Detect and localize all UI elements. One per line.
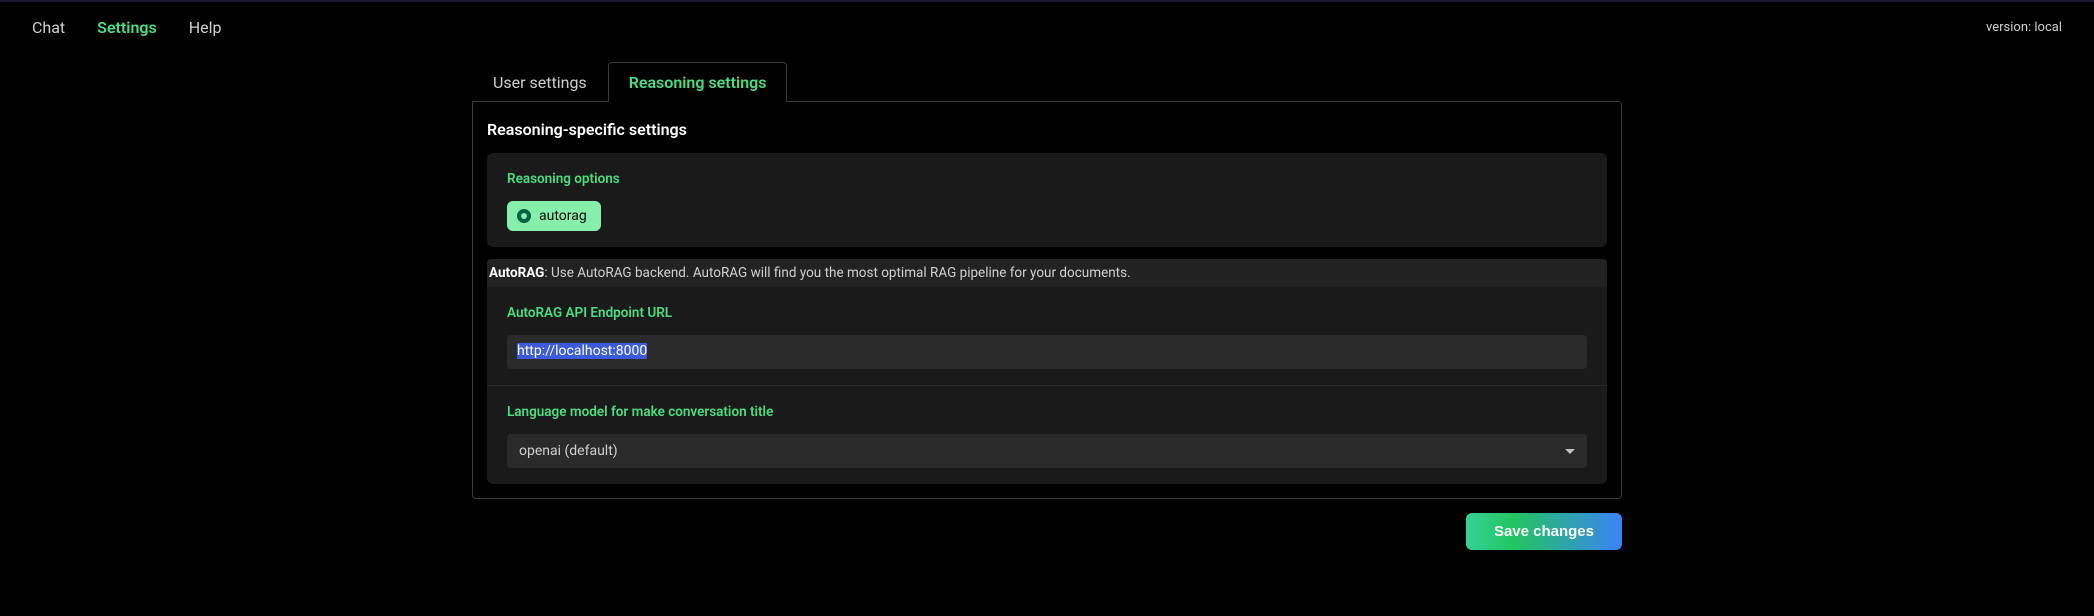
autorag-description: AutoRAG: Use AutoRAG backend. AutoRAG wi…: [487, 259, 1607, 287]
autorag-desc-text: : Use AutoRAG backend. AutoRAG will find…: [544, 265, 1130, 281]
chevron-down-icon: [1565, 449, 1575, 454]
chip-label: autorag: [539, 208, 587, 224]
endpoint-value: http://localhost:8000: [517, 343, 647, 359]
panel-title: Reasoning-specific settings: [487, 116, 1607, 153]
save-changes-button[interactable]: Save changes: [1466, 513, 1622, 550]
nav-chat[interactable]: Chat: [32, 18, 65, 37]
autorag-config-card: AutoRAG API Endpoint URL http://localhos…: [487, 287, 1607, 484]
llm-title-label: Language model for make conversation tit…: [507, 404, 1587, 420]
reasoning-option-autorag-chip[interactable]: autorag: [507, 201, 601, 231]
reasoning-options-card: Reasoning options autorag: [487, 153, 1607, 247]
panel-footer: Save changes: [472, 499, 1622, 550]
nav-help[interactable]: Help: [189, 18, 222, 37]
endpoint-input[interactable]: http://localhost:8000: [507, 335, 1587, 369]
main-nav: Chat Settings Help: [32, 18, 222, 37]
autorag-desc-bold: AutoRAG: [489, 265, 544, 281]
radio-icon: [517, 209, 531, 223]
app-header: Chat Settings Help version: local: [0, 2, 2094, 61]
tab-reasoning-settings[interactable]: Reasoning settings: [608, 62, 788, 102]
nav-settings[interactable]: Settings: [97, 18, 157, 37]
reasoning-options-label: Reasoning options: [507, 171, 1587, 187]
endpoint-label: AutoRAG API Endpoint URL: [507, 305, 1587, 321]
settings-tabs: User settings Reasoning settings: [472, 61, 1622, 101]
tab-user-settings[interactable]: User settings: [472, 62, 608, 102]
llm-title-select[interactable]: openai (default): [507, 434, 1587, 468]
main-content: User settings Reasoning settings Reasoni…: [0, 61, 2094, 550]
llm-title-selected-value: openai (default): [519, 443, 618, 459]
version-label: version: local: [1986, 20, 2062, 35]
settings-panel: Reasoning-specific settings Reasoning op…: [472, 101, 1622, 499]
